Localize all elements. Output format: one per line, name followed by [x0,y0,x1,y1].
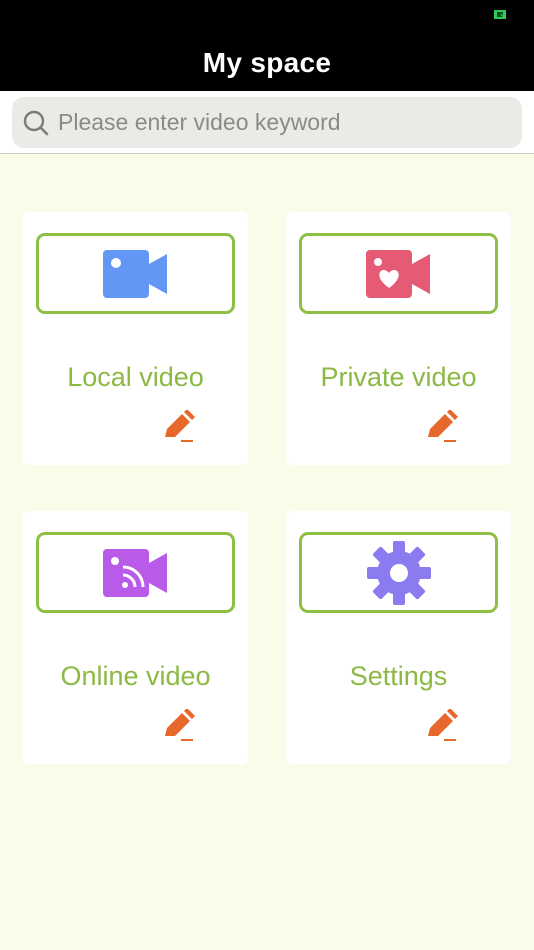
card-private-video[interactable]: Private video [286,212,511,465]
video-camera-icon [102,249,167,298]
search-bar[interactable] [12,97,522,148]
edit-pencil-icon[interactable] [425,709,459,743]
edit-pencil-icon[interactable] [162,410,196,444]
card-icon-frame [36,233,235,314]
search-icon [23,110,49,135]
card-label: Settings [349,661,448,691]
search-area [0,91,534,154]
video-heart-icon [365,249,430,298]
card-label: Local video [67,362,204,392]
card-local-video[interactable]: Local video [23,212,248,465]
status-bar [0,0,534,34]
card-settings[interactable]: Settings [286,511,511,764]
battery-icon [494,10,506,19]
card-icon-frame [299,532,498,613]
page-title: My space [202,46,332,78]
video-rss-icon [102,548,167,597]
card-icon-frame [299,233,498,314]
edit-pencil-icon[interactable] [425,410,459,444]
edit-pencil-icon[interactable] [162,709,196,743]
card-icon-frame [36,532,235,613]
app-header: My space [0,34,534,91]
gear-icon [366,540,431,605]
card-online-video[interactable]: Online video [23,511,248,764]
search-input[interactable] [58,109,498,136]
card-label: Private video [320,362,477,392]
card-label: Online video [60,661,211,691]
